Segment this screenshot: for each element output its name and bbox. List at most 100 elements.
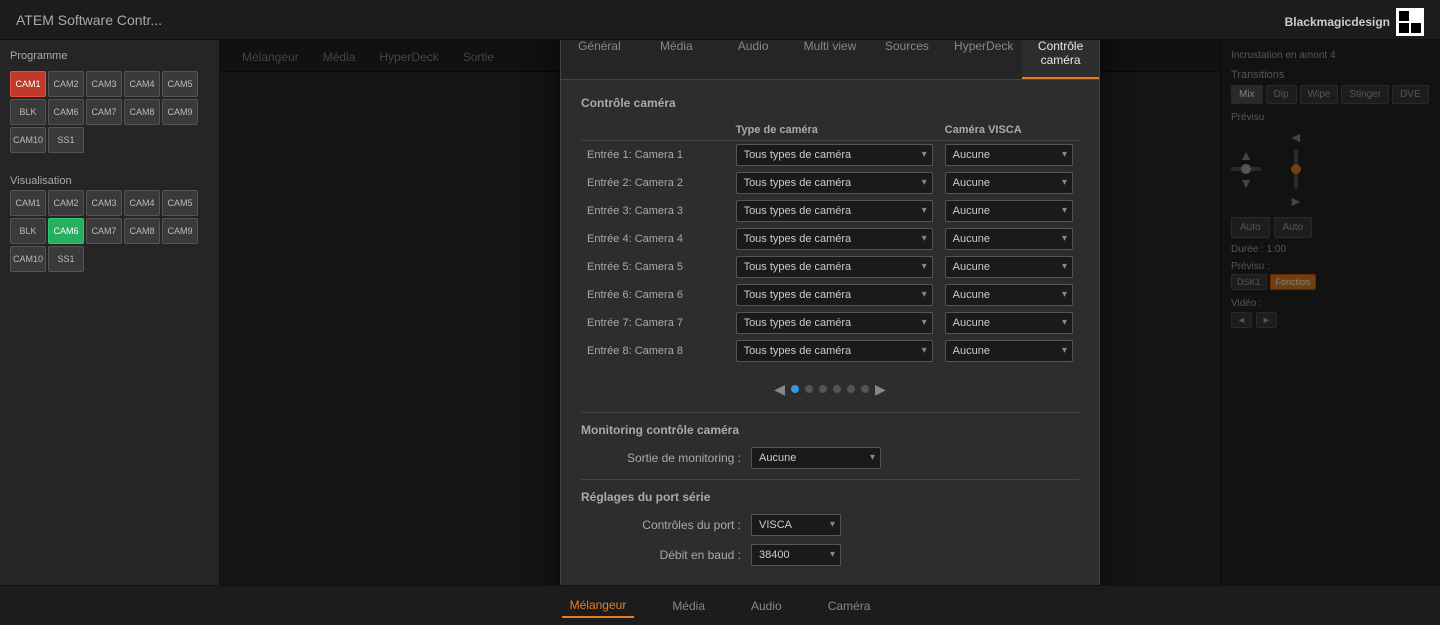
baud-row: Débit en baud : 38400 xyxy=(581,544,1079,566)
camera-visca-dropdown-3[interactable]: Aucune xyxy=(945,200,1073,222)
section-serial-title: Réglages du port série xyxy=(581,490,1079,504)
blackmagic-logo xyxy=(1396,8,1424,36)
vis-cam-5[interactable]: CAM5 xyxy=(162,190,198,216)
camera-type-select-2: Tous types de caméra xyxy=(730,169,939,197)
programme-cam-7[interactable]: CAM7 xyxy=(86,99,122,125)
monitoring-select-wrap: Aucune xyxy=(751,447,881,469)
camera-visca-dropdown-4[interactable]: Aucune xyxy=(945,228,1073,250)
dialog-tab-sources[interactable]: Sources xyxy=(868,40,945,79)
camera-type-select-1: Tous types de caméra xyxy=(730,140,939,169)
dialog-tab-hyperdeck[interactable]: HyperDeck xyxy=(945,40,1022,79)
dialog-body: Contrôle caméra Type de caméra Caméra VI… xyxy=(561,80,1099,586)
bottom-tab-melangeur[interactable]: Mélangeur xyxy=(562,594,635,618)
camera-table: Type de caméra Caméra VISCA Entrée 1: Ca… xyxy=(581,120,1079,365)
camera-entry-label-6: Entrée 6: Camera 6 xyxy=(581,281,730,309)
dialog-tab-general[interactable]: Général xyxy=(561,40,638,79)
programme-cam-grid: CAM1 CAM2 CAM3 CAM4 CAM5 BLK CAM6 CAM7 C… xyxy=(10,71,209,153)
controls-select-wrap: VISCA xyxy=(751,514,841,536)
camera-entry-label-4: Entrée 4: Camera 4 xyxy=(581,225,730,253)
programme-cam-4[interactable]: CAM4 xyxy=(124,71,160,97)
programme-cam-3[interactable]: CAM3 xyxy=(86,71,122,97)
vis-cam-9[interactable]: CAM9 xyxy=(162,218,198,244)
programme-blk-1[interactable]: BLK xyxy=(10,99,46,125)
camera-row-6: Entrée 6: Camera 6 Tous types de caméra Au… xyxy=(581,281,1079,309)
pagination-prev[interactable]: ◀ xyxy=(774,381,785,398)
bottom-tab-audio[interactable]: Audio xyxy=(743,595,790,617)
programme-cam-8[interactable]: CAM8 xyxy=(124,99,160,125)
vis-blk[interactable]: BLK xyxy=(10,218,46,244)
vis-cam-6[interactable]: CAM6 xyxy=(48,218,84,244)
bottom-bar: Mélangeur Média Audio Caméra xyxy=(0,585,1440,625)
baud-value: 38400 xyxy=(759,549,790,561)
programme-cam-1[interactable]: CAM1 xyxy=(10,71,46,97)
section-divider-2 xyxy=(581,479,1079,480)
pagination-dot-2[interactable] xyxy=(805,385,813,393)
camera-type-dropdown-2[interactable]: Tous types de caméra xyxy=(736,172,933,194)
pagination-dot-5[interactable] xyxy=(847,385,855,393)
camera-type-dropdown-6[interactable]: Tous types de caméra xyxy=(736,284,933,306)
camera-type-dropdown-5[interactable]: Tous types de caméra xyxy=(736,256,933,278)
camera-type-select-3: Tous types de caméra xyxy=(730,197,939,225)
monitoring-select[interactable]: Aucune xyxy=(751,447,881,469)
vis-ss1[interactable]: SS1 xyxy=(48,246,84,272)
col-entry xyxy=(581,120,730,141)
vis-cam-4[interactable]: CAM4 xyxy=(124,190,160,216)
camera-visca-dropdown-1[interactable]: Aucune xyxy=(945,144,1073,166)
programme-cam-9[interactable]: CAM9 xyxy=(162,99,198,125)
camera-visca-select-7: Aucune xyxy=(939,309,1079,337)
programme-cam-6[interactable]: CAM6 xyxy=(48,99,84,125)
camera-visca-dropdown-5[interactable]: Aucune xyxy=(945,256,1073,278)
app-title: ATEM Software Contr... xyxy=(16,12,162,28)
programme-cam-10[interactable]: CAM10 xyxy=(10,127,46,153)
baud-select-wrap: 38400 xyxy=(751,544,841,566)
camera-row-8: Entrée 8: Camera 8Tous types de caméraAu… xyxy=(581,337,1079,365)
camera-row-5: Entrée 5: Camera 5Tous types de caméraAu… xyxy=(581,253,1079,281)
controls-select[interactable]: VISCA xyxy=(751,514,841,536)
baud-select[interactable]: 38400 xyxy=(751,544,841,566)
camera-visca-dropdown-8[interactable]: Aucune xyxy=(945,340,1073,362)
camera-type-dropdown-4[interactable]: Tous types de caméra xyxy=(736,228,933,250)
camera-type-select-6: Tous types de caméra xyxy=(730,281,939,309)
bottom-tab-camera[interactable]: Caméra xyxy=(820,595,879,617)
programme-ss1[interactable]: SS1 xyxy=(48,127,84,153)
visualisation-label: Visualisation xyxy=(10,175,209,187)
vis-cam-7[interactable]: CAM7 xyxy=(86,218,122,244)
programme-label: Programme xyxy=(10,50,209,62)
bottom-tab-media[interactable]: Média xyxy=(664,595,713,617)
pagination-dot-6[interactable] xyxy=(861,385,869,393)
pagination-dot-4[interactable] xyxy=(833,385,841,393)
camera-visca-dropdown-6[interactable]: Aucune xyxy=(945,284,1073,306)
dialog-tab-audio[interactable]: Audio xyxy=(715,40,792,79)
dialog-tab-camera-control[interactable]: Contrôle caméra xyxy=(1022,40,1099,79)
vis-cam-2[interactable]: CAM2 xyxy=(48,190,84,216)
vis-cam-10[interactable]: CAM10 xyxy=(10,246,46,272)
programme-cam-5[interactable]: CAM5 xyxy=(162,71,198,97)
vis-cam-1[interactable]: CAM1 xyxy=(10,190,46,216)
programme-cam-2[interactable]: CAM2 xyxy=(48,71,84,97)
vis-cam-8[interactable]: CAM8 xyxy=(124,218,160,244)
camera-type-dropdown-8[interactable]: Tous types de caméra xyxy=(736,340,933,362)
col-visca: Caméra VISCA xyxy=(939,120,1079,141)
pagination: ◀ ▶ xyxy=(581,381,1079,398)
dialog-tab-media[interactable]: Média xyxy=(638,40,715,79)
camera-type-dropdown-7[interactable]: Tous types de caméra xyxy=(736,312,933,334)
camera-type-dropdown-1[interactable]: Tous types de caméra xyxy=(736,144,933,166)
main-content: Mélangeur Média HyperDeck Sortie Incrust… xyxy=(220,40,1440,585)
camera-visca-select-2: Aucune xyxy=(939,169,1079,197)
sidebar: Programme CAM1 CAM2 CAM3 CAM4 CAM5 BLK C… xyxy=(0,40,220,585)
pagination-dot-3[interactable] xyxy=(819,385,827,393)
section-divider-1 xyxy=(581,412,1079,413)
logo-text: Blackmagicdesign xyxy=(1285,15,1390,29)
col-type: Type de caméra xyxy=(730,120,939,141)
camera-visca-dropdown-7[interactable]: Aucune xyxy=(945,312,1073,334)
camera-row-1: Entrée 1: Camera 1Tous types de caméraAu… xyxy=(581,140,1079,169)
camera-type-dropdown-3[interactable]: Tous types de caméra xyxy=(736,200,933,222)
visualisation-cam-grid: CAM1 CAM2 CAM3 CAM4 CAM5 BLK CAM6 CAM7 C… xyxy=(10,190,209,272)
pagination-dot-1[interactable] xyxy=(791,385,799,393)
dialog-tab-multiview[interactable]: Multi view xyxy=(792,40,869,79)
pagination-next[interactable]: ▶ xyxy=(875,381,886,398)
logo-area: Blackmagicdesign xyxy=(1285,8,1424,36)
camera-row-4: Entrée 4: Camera 4 Tous types de caméra Au… xyxy=(581,225,1079,253)
vis-cam-3[interactable]: CAM3 xyxy=(86,190,122,216)
camera-visca-dropdown-2[interactable]: Aucune xyxy=(945,172,1073,194)
